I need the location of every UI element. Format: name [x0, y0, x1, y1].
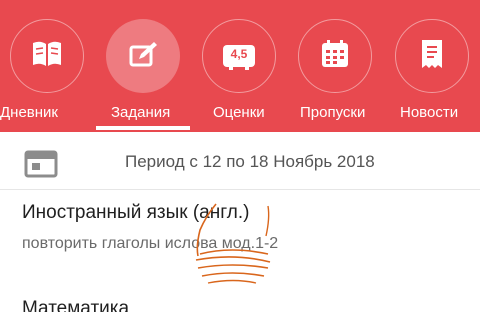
- grades-badge: 4,5: [230, 47, 248, 61]
- active-tab-indicator: [96, 126, 190, 130]
- tab-news-label: Новости: [400, 104, 459, 121]
- tab-absences-circle: [298, 19, 372, 93]
- calendar-icon[interactable]: [24, 150, 58, 178]
- tab-grades-circle: 4,5: [202, 19, 276, 93]
- tab-news[interactable]: Новости: [384, 0, 480, 132]
- news-icon: [418, 38, 446, 75]
- assignment-note: повторить глаголы ислова мод.1-2: [22, 235, 279, 252]
- tab-diary-circle: [10, 19, 84, 93]
- edit-icon: [127, 39, 159, 74]
- grades-icon: 4,5: [221, 41, 257, 71]
- subject-title[interactable]: Математика: [22, 298, 129, 312]
- tab-grades[interactable]: 4,5 Оценки: [192, 0, 286, 132]
- tab-absences-label: Пропуски: [300, 104, 366, 121]
- tab-diary[interactable]: Дневник: [0, 0, 94, 132]
- top-navigation: Дневник Задания 4,5 Оценки Пропуски Ново…: [0, 0, 480, 132]
- tab-assignments-label: Задания: [111, 104, 171, 121]
- tab-diary-label: Дневник: [0, 104, 58, 121]
- tab-assignments-circle: [106, 19, 180, 93]
- tab-assignments[interactable]: Задания: [96, 0, 190, 132]
- tab-absences[interactable]: Пропуски: [288, 0, 382, 132]
- book-icon: [30, 39, 64, 74]
- tab-news-circle: [395, 19, 469, 93]
- period-label: Период с 12 по 18 Ноябрь 2018: [125, 152, 375, 171]
- tab-grades-label: Оценки: [213, 104, 265, 121]
- calendar-grid-icon: [319, 38, 351, 75]
- subject-title: Иностранный язык (англ.): [22, 202, 250, 223]
